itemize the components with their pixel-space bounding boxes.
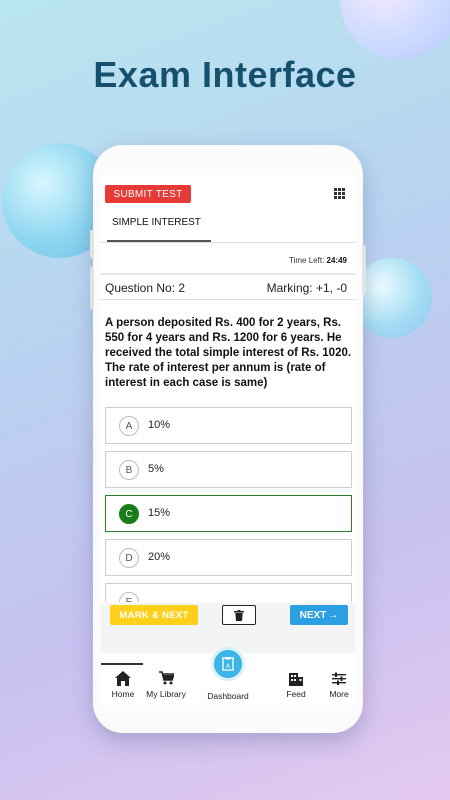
- phone-power-button: [362, 245, 366, 295]
- option-c[interactable]: C 15%: [105, 495, 352, 532]
- cart-icon: [158, 671, 174, 685]
- time-left-label: Time Left:: [289, 256, 325, 265]
- options-list: A 10% B 5% C 15% D 20% E: [105, 407, 353, 602]
- building-icon: [289, 672, 303, 686]
- option-letter: A: [119, 416, 139, 436]
- submit-test-button[interactable]: SUBMIT TEST: [105, 185, 191, 203]
- option-letter: C: [119, 504, 139, 524]
- app-screen: SUBMIT TEST SIMPLE INTEREST Time Left: 2…: [101, 175, 355, 705]
- nav-item-more[interactable]: More: [314, 669, 355, 699]
- option-a[interactable]: A 10%: [105, 407, 352, 444]
- next-button[interactable]: NEXT →: [290, 605, 348, 625]
- clear-response-button[interactable]: [222, 605, 256, 625]
- option-b[interactable]: B 5%: [105, 451, 352, 488]
- divider: [101, 242, 355, 243]
- divider: [101, 299, 355, 300]
- option-text: 15%: [148, 507, 171, 519]
- tab-simple-interest[interactable]: SIMPLE INTEREST: [112, 217, 201, 228]
- arrow-right-icon: →: [328, 609, 339, 621]
- decorative-bubble-top-right: [340, 0, 450, 60]
- nav-label: My Library: [146, 689, 186, 699]
- svg-text:A: A: [226, 663, 231, 670]
- phone-frame: SUBMIT TEST SIMPLE INTEREST Time Left: 2…: [90, 145, 366, 733]
- option-letter: E: [119, 592, 139, 602]
- nav-item-dashboard[interactable]: A: [211, 647, 245, 681]
- dashboard-icon: A: [222, 657, 234, 671]
- nav-label: More: [329, 689, 349, 699]
- time-left-value: 24:49: [326, 256, 347, 265]
- sliders-icon: [332, 672, 346, 685]
- divider: [101, 273, 355, 275]
- time-left: Time Left: 24:49: [289, 256, 347, 265]
- home-icon: [115, 670, 131, 686]
- nav-label: Dashboard: [207, 691, 249, 701]
- trash-icon: [234, 609, 244, 621]
- option-e[interactable]: E: [105, 583, 352, 602]
- nav-active-indicator: [101, 663, 143, 665]
- question-number: Question No: 2: [105, 281, 186, 295]
- mark-and-next-button[interactable]: MARK & NEXT: [110, 605, 198, 625]
- page-headline: Exam Interface: [93, 54, 357, 95]
- next-label: NEXT: [299, 609, 327, 621]
- marking-scheme: Marking: +1, -0: [266, 281, 347, 295]
- option-letter: D: [119, 548, 139, 568]
- phone-volume-button: [90, 267, 94, 309]
- option-letter: B: [119, 460, 139, 480]
- nav-item-my-library[interactable]: My Library: [141, 669, 191, 699]
- option-text: 20%: [148, 551, 171, 563]
- question-text: A person deposited Rs. 400 for 2 years, …: [105, 317, 352, 389]
- option-d[interactable]: D 20%: [105, 539, 352, 576]
- phone-volume-button: [90, 230, 94, 258]
- option-text: 5%: [148, 463, 164, 475]
- question-grid-icon[interactable]: [334, 188, 345, 199]
- option-text: 10%: [148, 419, 171, 431]
